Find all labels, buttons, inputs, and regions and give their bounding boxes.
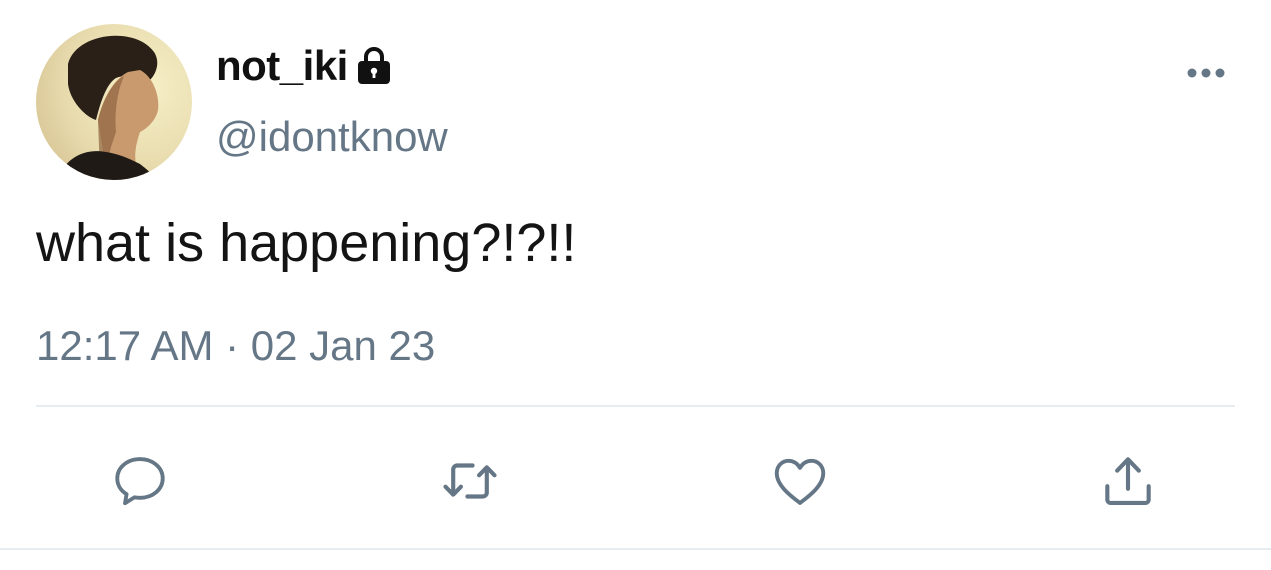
like-button[interactable]: [765, 446, 835, 516]
heart-icon: [774, 458, 826, 505]
reply-icon: [115, 457, 165, 506]
share-icon: [1105, 457, 1151, 506]
tweet-card: not_iki @idontknow what is happening?!?!…: [0, 0, 1271, 570]
lock-icon: [356, 46, 392, 86]
timestamp[interactable]: 12:17 AM · 02 Jan 23: [36, 318, 435, 374]
retweet-icon: [443, 463, 497, 499]
profile-photo-icon: [36, 24, 192, 180]
retweet-button[interactable]: [435, 446, 505, 516]
avatar[interactable]: [36, 24, 192, 180]
tweet-text: what is happening?!?!!: [36, 213, 577, 273]
display-name-row: not_iki: [216, 40, 392, 92]
reply-button[interactable]: [105, 446, 175, 516]
more-horizontal-icon[interactable]: [1183, 60, 1229, 86]
divider: [36, 405, 1235, 407]
bottom-divider: [0, 548, 1271, 550]
action-bar: [0, 446, 1271, 516]
display-name[interactable]: not_iki: [216, 40, 348, 92]
user-handle[interactable]: @idontknow: [216, 110, 448, 164]
share-button[interactable]: [1093, 446, 1163, 516]
